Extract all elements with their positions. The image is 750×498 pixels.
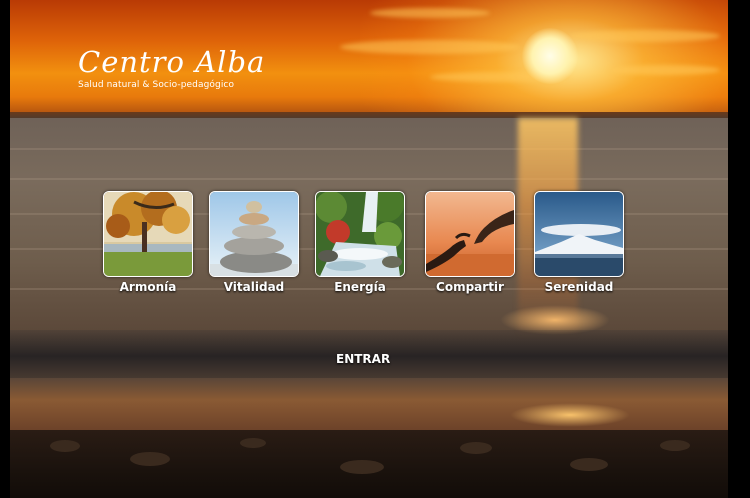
touching-hands-icon[interactable]	[425, 191, 515, 277]
brand-subtitle: Salud natural & Socio-pedagógico	[78, 80, 235, 90]
menu-item-label: Armonía	[119, 280, 177, 294]
menu-item-label: Energía	[334, 280, 386, 294]
waterfall-icon[interactable]	[315, 191, 405, 277]
menu-item-label: Compartir	[436, 280, 504, 294]
section-menu: Armonía Vitalidad Energía Compartir Sere…	[103, 191, 624, 301]
menu-item-compartir[interactable]: Compartir	[425, 191, 515, 294]
menu-item-serenidad[interactable]: Serenidad	[534, 191, 624, 294]
menu-item-energia[interactable]: Energía	[315, 191, 405, 294]
sun	[522, 28, 578, 84]
brand: Centro Alba Salud natural & Socio-pedagó…	[78, 46, 265, 90]
menu-item-label: Vitalidad	[223, 280, 285, 294]
menu-item-vitalidad[interactable]: Vitalidad	[209, 191, 299, 294]
menu-item-armonia[interactable]: Armonía	[103, 191, 193, 294]
stacked-stones-icon[interactable]	[209, 191, 299, 277]
menu-item-label: Serenidad	[544, 280, 614, 294]
snowy-mountain-icon[interactable]	[534, 191, 624, 277]
enter-link[interactable]: ENTRAR	[336, 352, 390, 366]
pebble-shore	[10, 430, 728, 498]
page: Centro Alba Salud natural & Socio-pedagó…	[0, 0, 750, 498]
autumn-tree-icon[interactable]	[103, 191, 193, 277]
brand-title: Centro Alba	[78, 45, 266, 79]
